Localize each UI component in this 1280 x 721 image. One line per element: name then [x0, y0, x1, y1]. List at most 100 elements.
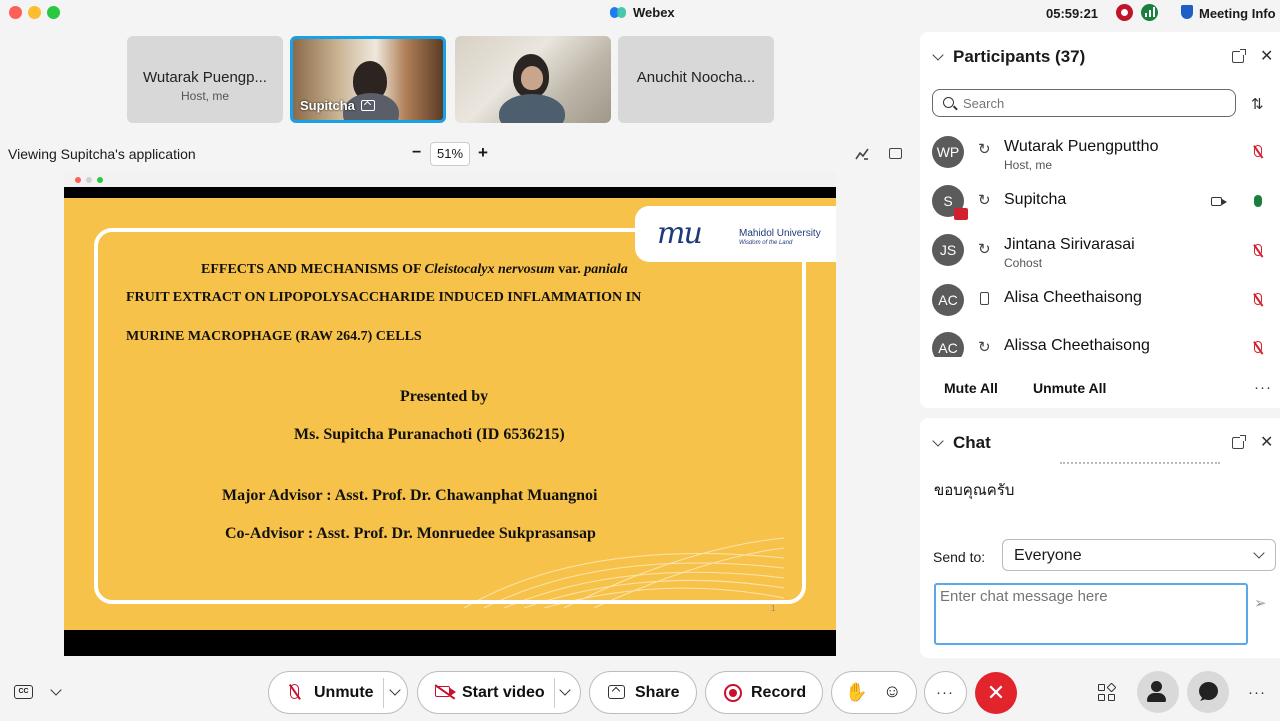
participant-search[interactable] — [932, 89, 1236, 117]
webex-logo-icon — [610, 6, 627, 19]
raise-hand-icon[interactable]: ✋ — [845, 682, 867, 703]
more-options-button[interactable]: ··· — [924, 671, 967, 714]
end-meeting-button[interactable]: ✕ — [975, 672, 1017, 714]
video-off-icon — [435, 686, 456, 697]
record-label: Record — [751, 684, 807, 701]
mic-on-icon[interactable] — [1254, 195, 1262, 207]
sort-icon[interactable]: ⇅ — [1251, 95, 1264, 113]
search-input[interactable] — [963, 93, 1223, 113]
slide-title-line2: FRUIT EXTRACT ON LIPOPOLYSACCHARIDE INDU… — [126, 290, 642, 305]
unmute-all-button[interactable]: Unmute All — [1033, 380, 1106, 396]
sharing-icon — [954, 208, 968, 220]
close-participants-icon[interactable]: ✕ — [1260, 49, 1273, 65]
university-logo: mu Mahidol University Wisdom of the Land — [635, 206, 836, 262]
viewing-label: Viewing Supitcha's application — [8, 146, 196, 162]
video-tile-anuchit[interactable]: Anuchit Noocha... — [618, 36, 774, 123]
chat-icon — [1199, 682, 1218, 700]
collapse-participants-icon[interactable] — [932, 49, 944, 61]
share-label: Share — [635, 684, 680, 701]
mic-muted-icon[interactable] — [1254, 341, 1262, 353]
search-icon — [943, 97, 954, 108]
send-icon[interactable]: ➢ — [1254, 594, 1267, 612]
network-health-icon[interactable] — [1141, 4, 1158, 21]
mute-all-button[interactable]: Mute All — [944, 380, 998, 396]
panels-more-button[interactable]: ··· — [1248, 684, 1266, 701]
participant-name: Jintana Sirivarasai — [1004, 236, 1135, 253]
shared-window-close-dot — [75, 177, 81, 183]
video-tile-participant[interactable] — [455, 36, 611, 123]
more-dots-icon: ··· — [936, 684, 954, 701]
meeting-clock: 05:59:21 — [1046, 6, 1099, 21]
meeting-info-button[interactable]: Meeting Info — [1199, 6, 1276, 21]
popout-chat-icon[interactable] — [1232, 435, 1246, 449]
reactions-icon[interactable]: ☺ — [883, 681, 901, 702]
participant-name: Wutarak Puengputtho — [1004, 138, 1159, 155]
close-chat-icon[interactable]: ✕ — [1260, 435, 1273, 451]
apps-icon[interactable] — [1098, 682, 1117, 702]
chevron-down-icon[interactable] — [389, 684, 401, 696]
app-title: Webex — [610, 5, 675, 20]
annotate-icon[interactable] — [855, 147, 869, 161]
headset-icon: ↻ — [978, 241, 991, 258]
chat-title: Chat — [953, 433, 991, 452]
collapse-chat-icon[interactable] — [932, 435, 944, 447]
avatar: WP — [932, 136, 964, 168]
headset-icon: ↻ — [978, 141, 991, 158]
avatar: JS — [932, 234, 964, 266]
participant-name: Alisa Cheethaisong — [1004, 289, 1142, 306]
record-icon — [724, 684, 742, 702]
slide-presented-by: Presented by — [400, 388, 489, 405]
send-to-label: Send to: — [933, 549, 986, 565]
window-maximize-button[interactable] — [47, 6, 60, 19]
chat-input[interactable] — [934, 583, 1248, 645]
unmute-button[interactable]: Unmute — [268, 671, 408, 714]
participant-role: Cohost — [1004, 256, 1043, 270]
chevron-down-icon[interactable] — [559, 684, 571, 696]
zoom-in-button[interactable]: + — [478, 143, 488, 163]
chevron-down-icon — [1253, 547, 1265, 559]
window-minimize-button[interactable] — [28, 6, 41, 19]
zoom-level[interactable]: 51% — [430, 142, 470, 166]
avatar-initials: S — [943, 193, 953, 209]
recording-indicator-icon[interactable] — [1116, 4, 1133, 21]
zoom-out-button[interactable]: − — [412, 144, 421, 162]
participants-title: Participants (37) — [953, 47, 1086, 66]
record-button[interactable]: Record — [705, 671, 823, 714]
participant-role: Host, me — [1004, 158, 1053, 172]
participant-row[interactable]: WP ↻ Wutarak Puengputtho Host, me — [920, 129, 1280, 179]
chevron-down-icon[interactable] — [50, 684, 62, 696]
presentation-slide: mu Mahidol University Wisdom of the Land… — [64, 198, 836, 630]
participant-row[interactable]: AC ↻ Alissa Cheethaisong — [920, 331, 1280, 357]
participants-more-button[interactable]: ··· — [1254, 379, 1272, 396]
start-video-button[interactable]: Start video — [417, 671, 581, 714]
sharing-badge-icon — [360, 100, 375, 111]
chat-toggle-button[interactable] — [1187, 671, 1229, 713]
chat-scroll-fade — [1060, 462, 1220, 466]
mic-muted-icon[interactable] — [1254, 293, 1262, 305]
participant-name: Alissa Cheethaisong — [1004, 337, 1150, 354]
participant-row[interactable]: AC Alisa Cheethaisong — [920, 283, 1280, 333]
mic-muted-icon[interactable] — [1254, 244, 1262, 256]
video-tile-supitcha[interactable]: Supitcha — [290, 36, 446, 123]
shared-window-max-dot — [97, 177, 103, 183]
slide-page-number: 1 — [771, 604, 776, 613]
mic-muted-icon[interactable] — [1254, 145, 1262, 157]
reactions-group: ✋ ☺ — [831, 671, 917, 714]
tile-name: Supitcha — [300, 98, 355, 113]
tile-subtitle: Host, me — [180, 89, 229, 103]
participants-icon — [1147, 681, 1166, 702]
participant-row[interactable]: S ↻ Supitcha — [920, 182, 1280, 232]
send-to-select[interactable]: Everyone — [1002, 539, 1276, 571]
participant-row[interactable]: JS ↻ Jintana Sirivarasai Cohost — [920, 231, 1280, 281]
participants-toggle-button[interactable] — [1137, 671, 1179, 713]
popout-share-icon[interactable] — [889, 148, 902, 159]
participants-panel: Participants (37) ✕ ⇅ WP ↻ Wutarak Pueng… — [920, 32, 1280, 408]
window-close-button[interactable] — [9, 6, 22, 19]
tile-name: Wutarak Puengp... — [143, 69, 267, 86]
participant-video-body — [499, 94, 565, 123]
popout-participants-icon[interactable] — [1232, 49, 1246, 63]
video-tile-wutarak[interactable]: Wutarak Puengp... Host, me — [127, 36, 283, 123]
participant-name: Supitcha — [1004, 191, 1067, 208]
share-button[interactable]: Share — [589, 671, 697, 714]
closed-captions-icon[interactable]: CC — [14, 685, 33, 699]
